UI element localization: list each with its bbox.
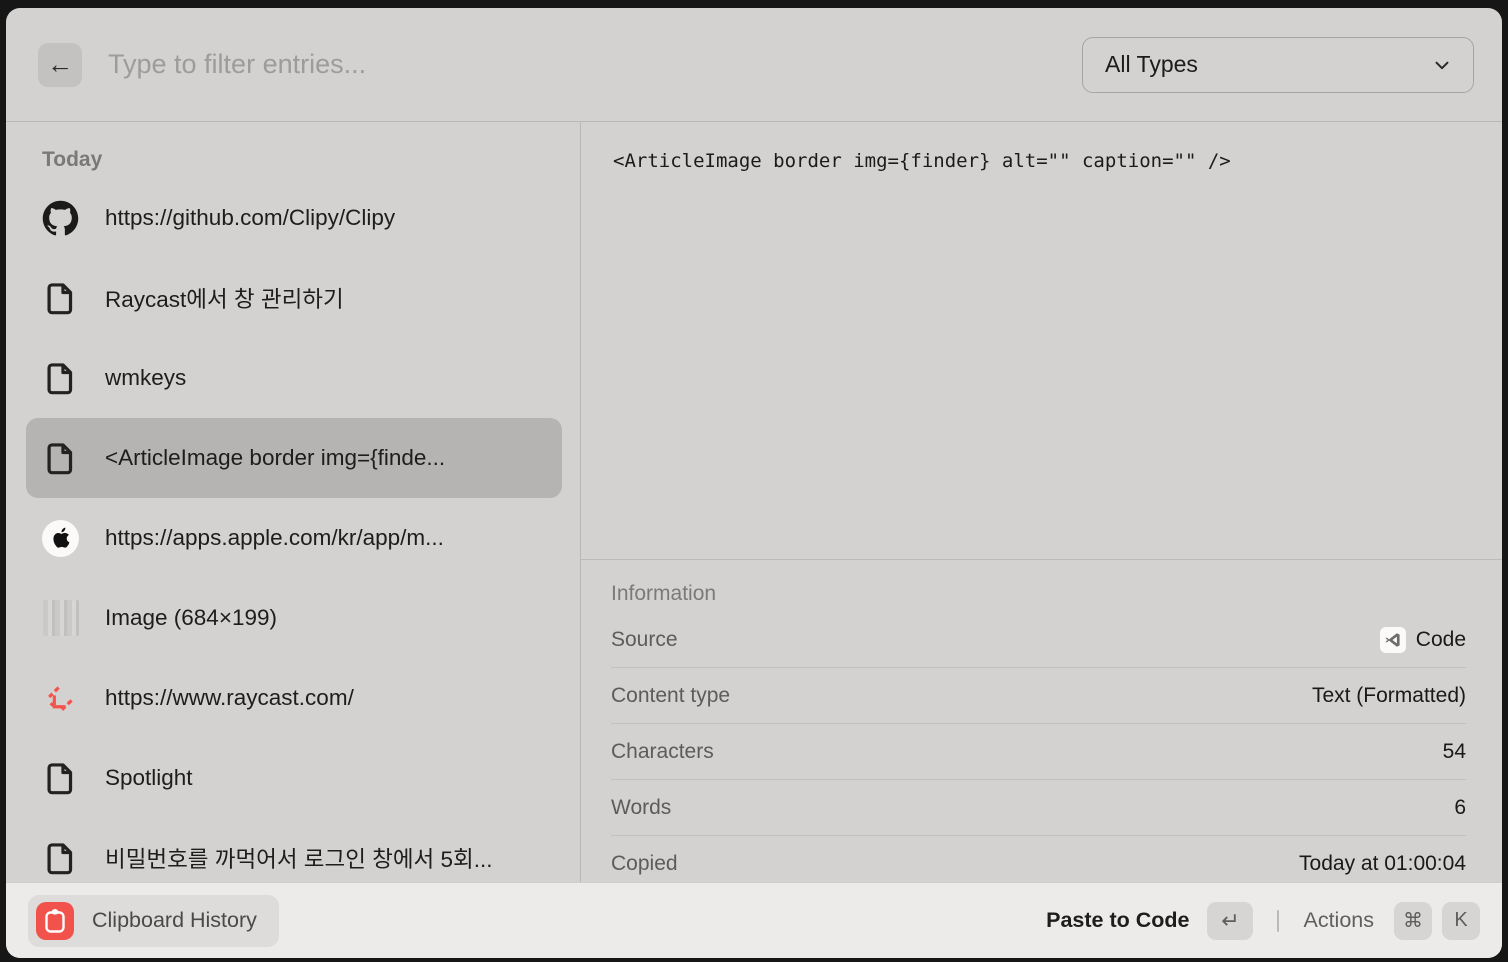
- list-item-label: Raycast에서 창 관리하기: [105, 282, 344, 314]
- info-value: Code: [1380, 627, 1466, 653]
- list-item[interactable]: https://apps.apple.com/kr/app/m...: [26, 498, 562, 578]
- list-item-selected[interactable]: <ArticleImage border img={finde...: [26, 418, 562, 498]
- info-value-text: Code: [1416, 628, 1466, 652]
- clipboard-history-icon: [36, 902, 74, 940]
- info-label: Copied: [611, 852, 678, 876]
- list-item[interactable]: Spotlight: [26, 738, 562, 818]
- type-filter-value: All Types: [1105, 51, 1431, 78]
- info-value: 6: [1454, 796, 1466, 820]
- info-value: Text (Formatted): [1312, 684, 1466, 708]
- raycast-clipboard-window: ← All Types Today https://github.com/Cli…: [6, 8, 1502, 958]
- list-item-label: Spotlight: [105, 765, 193, 791]
- search-input[interactable]: [108, 49, 1082, 80]
- back-button[interactable]: ←: [38, 43, 82, 87]
- document-icon: [42, 440, 79, 477]
- paste-to-code-button[interactable]: Paste to Code: [1046, 908, 1189, 933]
- app-name: Clipboard History: [92, 908, 257, 933]
- info-label: Characters: [611, 740, 714, 764]
- list-item[interactable]: https://github.com/Clipy/Clipy: [26, 178, 562, 258]
- list-item-label: https://apps.apple.com/kr/app/m...: [105, 525, 444, 551]
- desktop-background: ← All Types Today https://github.com/Cli…: [0, 0, 1508, 962]
- information-section: Information Source Code Content type Tex…: [581, 560, 1502, 892]
- main-body: Today https://github.com/Clipy/Clipy Ray…: [6, 122, 1502, 958]
- info-row-characters: Characters 54: [611, 724, 1466, 780]
- app-pill: Clipboard History: [28, 895, 279, 947]
- info-row-content-type: Content type Text (Formatted): [611, 668, 1466, 724]
- cmd-key-icon[interactable]: ⌘: [1394, 902, 1432, 940]
- clipboard-entry-list: Today https://github.com/Clipy/Clipy Ray…: [6, 122, 581, 958]
- content-preview: <ArticleImage border img={finder} alt=""…: [581, 122, 1502, 560]
- list-item-label: wmkeys: [105, 365, 186, 391]
- footer-bar: Clipboard History Paste to Code ↵ Action…: [6, 882, 1502, 958]
- back-arrow-icon: ←: [47, 49, 73, 80]
- info-value: Today at 01:00:04: [1299, 852, 1466, 876]
- list-item[interactable]: Image (684×199): [26, 578, 562, 658]
- list-item[interactable]: wmkeys: [26, 338, 562, 418]
- type-filter-dropdown[interactable]: All Types: [1082, 37, 1474, 93]
- info-value: 54: [1443, 740, 1466, 764]
- return-key-icon[interactable]: ↵: [1207, 902, 1253, 940]
- info-row-words: Words 6: [611, 780, 1466, 836]
- info-label: Content type: [611, 684, 730, 708]
- footer-divider: [1277, 910, 1279, 932]
- list-item-label: <ArticleImage border img={finde...: [105, 445, 445, 471]
- list-item[interactable]: Raycast에서 창 관리하기: [26, 258, 562, 338]
- detail-panel: <ArticleImage border img={finder} alt=""…: [581, 122, 1502, 958]
- k-key-icon[interactable]: K: [1442, 902, 1480, 940]
- document-icon: [42, 280, 79, 317]
- footer-actions: Paste to Code ↵ Actions ⌘ K: [1046, 902, 1480, 940]
- vscode-icon: [1380, 627, 1406, 653]
- top-bar: ← All Types: [6, 8, 1502, 122]
- info-label: Source: [611, 628, 678, 652]
- image-thumbnail: [42, 600, 79, 637]
- actions-button[interactable]: Actions: [1303, 908, 1374, 933]
- list-item-label: Image (684×199): [105, 605, 277, 631]
- document-icon: [42, 840, 79, 877]
- list-item-label: 비밀번호를 까먹어서 로그인 창에서 5회...: [105, 842, 492, 874]
- chevron-down-icon: [1431, 54, 1453, 76]
- section-header-today: Today: [42, 148, 562, 172]
- info-label: Words: [611, 796, 671, 820]
- information-title: Information: [611, 582, 1466, 606]
- raycast-icon: [42, 680, 79, 717]
- list-item-label: https://github.com/Clipy/Clipy: [105, 205, 395, 231]
- document-icon: [42, 360, 79, 397]
- github-icon: [42, 200, 79, 237]
- clipboard-code-content: <ArticleImage border img={finder} alt=""…: [613, 150, 1472, 172]
- apple-icon: [42, 520, 79, 557]
- info-row-source: Source Code: [611, 612, 1466, 668]
- list-item[interactable]: https://www.raycast.com/: [26, 658, 562, 738]
- document-icon: [42, 760, 79, 797]
- list-item-label: https://www.raycast.com/: [105, 685, 354, 711]
